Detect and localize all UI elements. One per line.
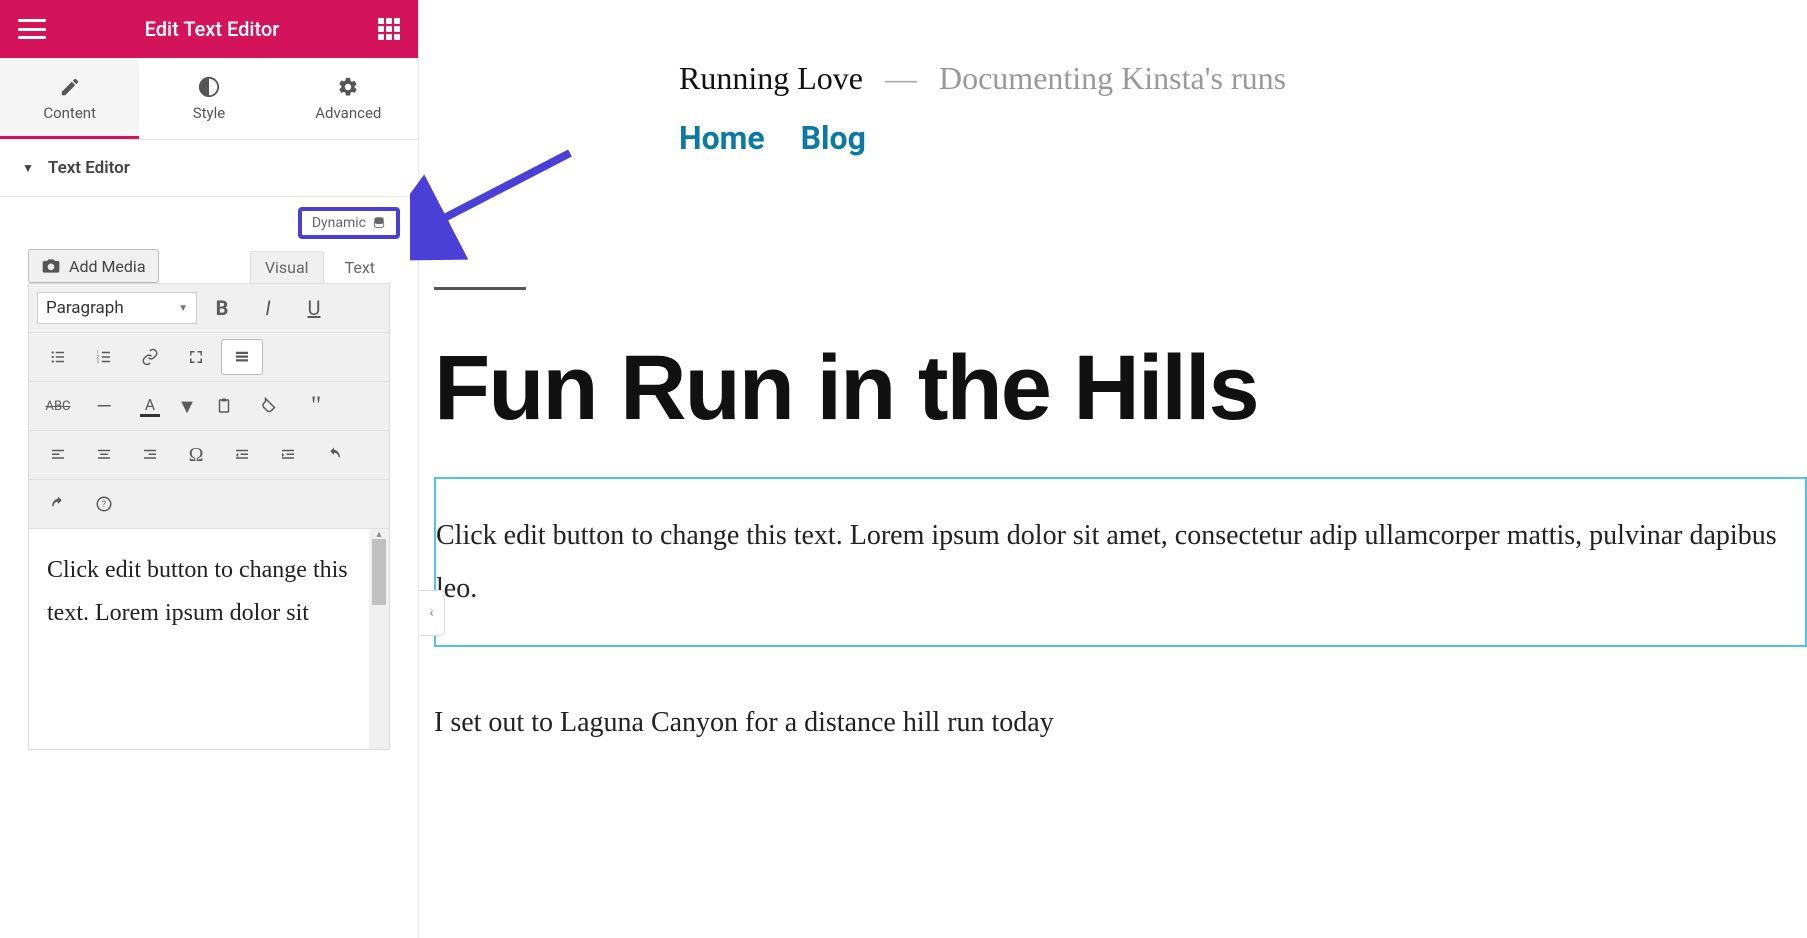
indent-button[interactable] xyxy=(267,437,309,473)
text-color-button[interactable]: A xyxy=(129,388,171,424)
text-editor-body[interactable]: Click edit button to change this text. L… xyxy=(29,529,369,749)
editor-scrollbar[interactable]: ▴ xyxy=(369,529,389,749)
paste-text-button[interactable] xyxy=(203,388,245,424)
tab-text[interactable]: Text xyxy=(330,251,390,283)
number-list-button[interactable]: 123 xyxy=(83,339,125,375)
tab-advanced[interactable]: Advanced xyxy=(279,58,418,139)
help-button[interactable]: ? xyxy=(83,486,125,522)
nav-home[interactable]: Home xyxy=(679,119,765,157)
nav-blog[interactable]: Blog xyxy=(801,119,866,157)
sidebar-header: Edit Text Editor xyxy=(0,0,418,58)
tab-content[interactable]: Content xyxy=(0,58,139,139)
pencil-icon xyxy=(59,76,81,98)
text-editor-widget[interactable]: Click edit button to change this text. L… xyxy=(434,477,1807,647)
tab-visual[interactable]: Visual xyxy=(250,251,324,283)
site-title[interactable]: Running Love xyxy=(679,60,863,96)
camera-music-icon xyxy=(41,256,61,276)
section-text-editor[interactable]: ▼ Text Editor xyxy=(0,140,418,197)
caret-down-icon: ▼ xyxy=(22,161,34,175)
menu-icon[interactable] xyxy=(18,19,46,39)
editor-toolbar-header: Add Media Visual Text xyxy=(0,249,418,283)
panel-title: Edit Text Editor xyxy=(145,17,280,41)
blockquote-button[interactable]: " xyxy=(295,388,337,424)
link-button[interactable] xyxy=(129,339,171,375)
gear-icon xyxy=(337,76,359,98)
contrast-icon xyxy=(198,76,220,98)
toolbar-toggle-button[interactable] xyxy=(221,339,263,375)
post-divider xyxy=(434,287,526,290)
post-body-text: I set out to Laguna Canyon for a distanc… xyxy=(434,707,1807,739)
dash-separator: — xyxy=(885,60,917,96)
site-nav: Home Blog xyxy=(679,119,1807,157)
scroll-thumb[interactable] xyxy=(372,539,386,605)
preview-canvas: Running Love — Documenting Kinsta's runs… xyxy=(419,0,1807,938)
special-char-button[interactable]: Ω xyxy=(175,437,217,473)
align-right-button[interactable] xyxy=(129,437,171,473)
align-left-button[interactable] xyxy=(37,437,79,473)
underline-button[interactable]: U xyxy=(293,290,335,326)
editor-content-area: Click edit button to change this text. L… xyxy=(29,529,389,749)
database-icon xyxy=(372,216,386,230)
dynamic-row: Dynamic xyxy=(0,197,418,249)
svg-text:3: 3 xyxy=(97,359,100,365)
site-tagline: Documenting Kinsta's runs xyxy=(939,60,1286,96)
site-header: Running Love — Documenting Kinsta's runs xyxy=(679,60,1807,97)
tinymce-editor: Paragraph B I U 123 ABC — A ▼ " Ω xyxy=(28,283,390,750)
text-color-dropdown[interactable]: ▼ xyxy=(175,388,199,424)
clear-format-button[interactable] xyxy=(249,388,291,424)
widgets-grid-icon[interactable] xyxy=(378,18,400,40)
outdent-button[interactable] xyxy=(221,437,263,473)
panel-tabs: Content Style Advanced xyxy=(0,58,418,140)
bullet-list-button[interactable] xyxy=(37,339,79,375)
italic-button[interactable]: I xyxy=(247,290,289,326)
svg-text:?: ? xyxy=(102,500,106,510)
undo-button[interactable] xyxy=(313,437,355,473)
editor-mode-tabs: Visual Text xyxy=(250,251,390,283)
chevron-left-icon: ‹ xyxy=(429,605,433,621)
post-title: Fun Run in the Hills xyxy=(434,340,1807,437)
collapse-sidebar-button[interactable]: ‹ xyxy=(419,590,445,636)
tab-style[interactable]: Style xyxy=(139,58,278,139)
align-center-button[interactable] xyxy=(83,437,125,473)
format-select[interactable]: Paragraph xyxy=(37,292,197,324)
hr-button[interactable]: — xyxy=(83,388,125,424)
dynamic-tags-button[interactable]: Dynamic xyxy=(298,207,400,239)
bold-button[interactable]: B xyxy=(201,290,243,326)
add-media-button[interactable]: Add Media xyxy=(28,249,159,283)
editor-sidebar: Edit Text Editor Content Style Advanced … xyxy=(0,0,419,938)
fullscreen-button[interactable] xyxy=(175,339,217,375)
redo-button[interactable] xyxy=(37,486,79,522)
strikethrough-button[interactable]: ABC xyxy=(37,388,79,424)
